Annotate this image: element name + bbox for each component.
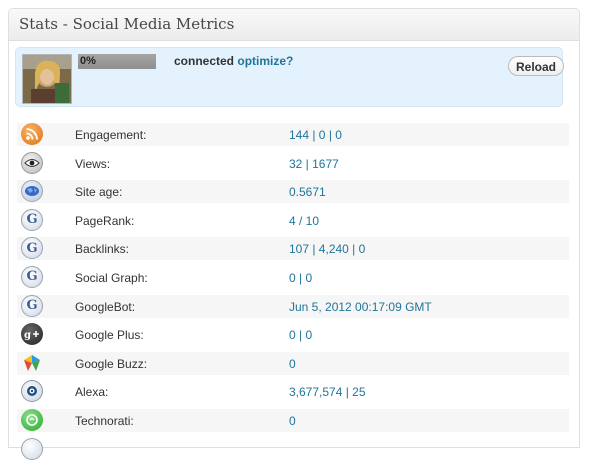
widget-header[interactable]: Stats - Social Media Metrics bbox=[9, 9, 579, 41]
metric-value[interactable]: 0 bbox=[289, 414, 296, 428]
metric-label: Backlinks: bbox=[75, 242, 130, 257]
metric-label: Site age: bbox=[75, 185, 123, 200]
progress-bar: 0% bbox=[78, 54, 156, 69]
metric-label: Google Plus: bbox=[75, 328, 144, 343]
metric-value[interactable]: 107 | 4,240 | 0 bbox=[289, 242, 365, 256]
svg-text:g: g bbox=[24, 330, 31, 340]
technorati-icon bbox=[21, 408, 43, 431]
partial-metric-icon bbox=[21, 437, 43, 460]
metric-label: Views: bbox=[75, 156, 111, 171]
metrics-list: Engagement: 144 | 0 | 0 Views: 32 | 1677… bbox=[17, 120, 569, 463]
metric-row-pagerank: G PageRank: 4 / 10 bbox=[17, 206, 569, 235]
google-icon: G bbox=[21, 265, 43, 288]
metric-value[interactable]: 0 | 0 bbox=[289, 328, 312, 342]
metric-label: Technorati: bbox=[75, 413, 134, 428]
eye-icon bbox=[21, 151, 43, 174]
google-buzz-icon bbox=[21, 352, 43, 374]
social-metrics-widget: Stats - Social Media Metrics 0% connecte… bbox=[8, 8, 580, 460]
metric-value[interactable]: 3,677,574 | 25 bbox=[289, 385, 366, 399]
google-plus-icon: g bbox=[21, 323, 43, 346]
metric-row-partial bbox=[17, 435, 569, 463]
metric-label: PageRank: bbox=[75, 213, 135, 228]
metric-row-alexa: Alexa: 3,677,574 | 25 bbox=[17, 377, 569, 406]
metric-row-engagement: Engagement: 144 | 0 | 0 bbox=[17, 120, 569, 149]
metric-label: GoogleBot: bbox=[75, 299, 136, 314]
optimize-link[interactable]: optimize? bbox=[237, 54, 293, 68]
metric-row-googlebot: G GoogleBot: Jun 5, 2012 00:17:09 GMT bbox=[17, 292, 569, 321]
avatar bbox=[22, 54, 72, 104]
metric-label: Google Buzz: bbox=[75, 356, 148, 371]
connection-status-text: connected bbox=[174, 54, 235, 68]
metric-row-site-age: Site age: 0.5671 bbox=[17, 177, 569, 206]
google-icon: G bbox=[21, 294, 43, 317]
reload-button[interactable]: Reload bbox=[508, 56, 564, 76]
connection-status: connected optimize? bbox=[174, 54, 293, 69]
widget-title: Stats - Social Media Metrics bbox=[19, 15, 235, 33]
metric-row-google-buzz: Google Buzz: 0 bbox=[17, 349, 569, 378]
metric-value[interactable]: 144 | 0 | 0 bbox=[289, 128, 342, 142]
metric-value[interactable]: 4 / 10 bbox=[289, 214, 319, 228]
metric-row-views: Views: 32 | 1677 bbox=[17, 149, 569, 178]
metric-label: Engagement: bbox=[75, 128, 147, 142]
metric-value[interactable]: 0 | 0 bbox=[289, 271, 312, 285]
metric-value[interactable]: 32 | 1677 bbox=[289, 157, 339, 171]
metric-value[interactable]: Jun 5, 2012 00:17:09 GMT bbox=[289, 300, 432, 314]
connect-panel: 0% connected optimize? Reload bbox=[15, 47, 564, 107]
metric-value[interactable]: 0 bbox=[289, 357, 296, 371]
avatar-image bbox=[23, 55, 71, 103]
metric-label: Social Graph: bbox=[75, 270, 148, 285]
metric-row-technorati: Technorati: 0 bbox=[17, 406, 569, 435]
rss-icon bbox=[21, 123, 43, 145]
progress-label: 0% bbox=[80, 55, 96, 67]
google-icon: G bbox=[21, 208, 43, 231]
metric-label: Alexa: bbox=[75, 385, 109, 400]
metric-row-google-plus: g Google Plus: 0 | 0 bbox=[17, 320, 569, 349]
alexa-icon bbox=[21, 380, 43, 403]
metric-value[interactable]: 0.5671 bbox=[289, 185, 326, 199]
metric-row-backlinks: G Backlinks: 107 | 4,240 | 0 bbox=[17, 234, 569, 263]
metric-row-social-graph: G Social Graph: 0 | 0 bbox=[17, 263, 569, 292]
